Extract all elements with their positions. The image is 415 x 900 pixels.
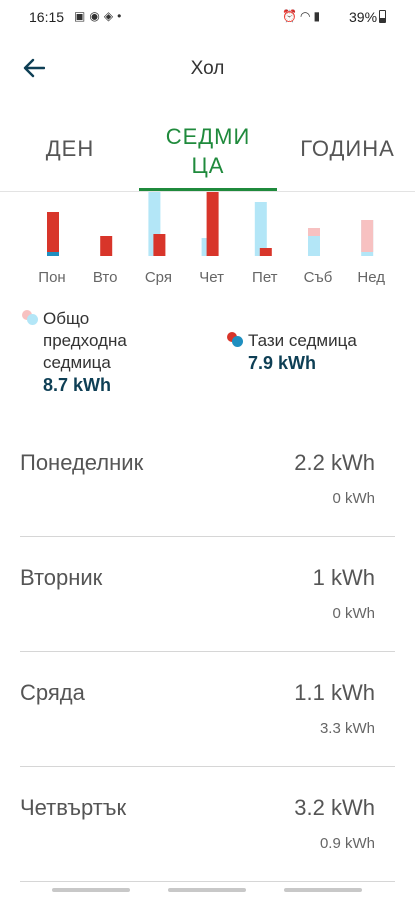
list-item-thursday[interactable]: Четвъртък 3.2 kWh 0.9 kWh: [20, 767, 395, 882]
row-previous-value: 3.3 kWh: [319, 720, 375, 737]
status-time: 16:15: [29, 9, 65, 25]
legend-previous-label-line1: Общо: [43, 309, 90, 328]
app-bar: Хол: [0, 34, 415, 106]
daily-consumption-list: Понеделник 2.2 kWh 0 kWh Вторник 1 kWh 0…: [20, 422, 395, 882]
row-current-value: 3.2 kWh: [294, 795, 375, 820]
legend-previous-value: 8.7 kWh: [43, 375, 112, 395]
legend-current-value: 7.9 kWh: [248, 353, 317, 373]
dot-icon: •: [117, 9, 126, 23]
row-day-label: Сряда: [20, 680, 85, 705]
bar-current-0: [47, 212, 59, 256]
row-previous-value: 0.9 kWh: [319, 835, 375, 852]
legend-previous-label-line3: седмица: [43, 353, 111, 372]
previous-week-legend-icon: [22, 308, 40, 326]
navigation-icon: ◈: [103, 9, 118, 23]
tab-year[interactable]: ГОДИНА: [290, 106, 405, 192]
chart-tick-label: Пон: [38, 269, 66, 286]
gesture-nav-bar: [0, 880, 415, 900]
row-current-value: 1.1 kWh: [294, 680, 375, 705]
bar-current-3: [206, 192, 219, 256]
legend-previous-label-line2: предходна: [43, 331, 127, 350]
chart-tick-label: Пет: [252, 269, 278, 286]
list-item-tuesday[interactable]: Вторник 1 kWh 0 kWh: [20, 537, 395, 652]
page-title: Хол: [190, 58, 225, 79]
battery-icon: [379, 10, 386, 23]
row-day-label: Вторник: [20, 565, 103, 590]
notification-icons: ▣◉◈•: [74, 9, 125, 23]
nav-recents-handle[interactable]: [52, 888, 130, 892]
signal-icon: ▮: [313, 9, 324, 23]
row-day-label: Понеделник: [20, 450, 144, 475]
legend-current-label: Тази седмица: [248, 331, 357, 350]
list-item-wednesday[interactable]: Сряда 1.1 kWh 3.3 kWh: [20, 652, 395, 767]
system-icons: ⏰◠▮: [282, 9, 323, 23]
row-current-value: 2.2 kWh: [294, 450, 375, 475]
row-current-value: 1 kWh: [312, 565, 375, 590]
gallery-icon: ▣: [74, 9, 90, 23]
tab-week-label-line2: ЦА: [191, 153, 225, 178]
weekly-consumption-chart: Пон Вто Сря Чет Пет Съб Нед: [0, 192, 415, 296]
row-previous-value: 0 kWh: [332, 605, 375, 622]
current-week-legend-icon: [227, 330, 245, 348]
chart-tick-label: Чет: [199, 269, 224, 286]
row-day-label: Четвъртък: [20, 795, 127, 820]
chart-tick-label: Съб: [303, 269, 333, 286]
tab-week-label-line1: СЕДМИ: [165, 124, 251, 149]
chart-tick-label: Вто: [92, 269, 118, 286]
nav-home-handle[interactable]: [168, 888, 246, 892]
bar-current-4: [259, 248, 272, 256]
battery-percent: 39%: [349, 9, 378, 25]
bar-current-1: [100, 236, 113, 256]
messenger-icon: ◉: [89, 9, 104, 23]
row-previous-value: 0 kWh: [332, 490, 375, 507]
chart-tick-label: Сря: [144, 269, 172, 286]
bar-current-2: [153, 234, 166, 256]
bar-current-bottom-0: [47, 252, 59, 256]
status-bar: 16:15 ▣◉◈• ⏰◠▮ 39%: [0, 0, 415, 34]
bar-previous-top-6: [361, 220, 374, 252]
nav-back-handle[interactable]: [284, 888, 362, 892]
tab-week[interactable]: СЕДМИ ЦА: [139, 106, 277, 192]
selected-tab-indicator: [139, 188, 277, 191]
chart-tick-label: Нед: [357, 269, 385, 286]
bar-previous-top-5: [308, 228, 320, 236]
period-tabs: ДЕН СЕДМИ ЦА ГОДИНА: [0, 106, 415, 192]
alarm-icon: ⏰: [282, 9, 300, 23]
bar-previous-4: [254, 202, 267, 256]
tab-day[interactable]: ДЕН: [20, 106, 120, 192]
bar-chart-svg: [47, 192, 374, 256]
list-item-monday[interactable]: Понеделник 2.2 kWh 0 kWh: [20, 422, 395, 537]
wifi-icon: ◠: [299, 9, 314, 23]
